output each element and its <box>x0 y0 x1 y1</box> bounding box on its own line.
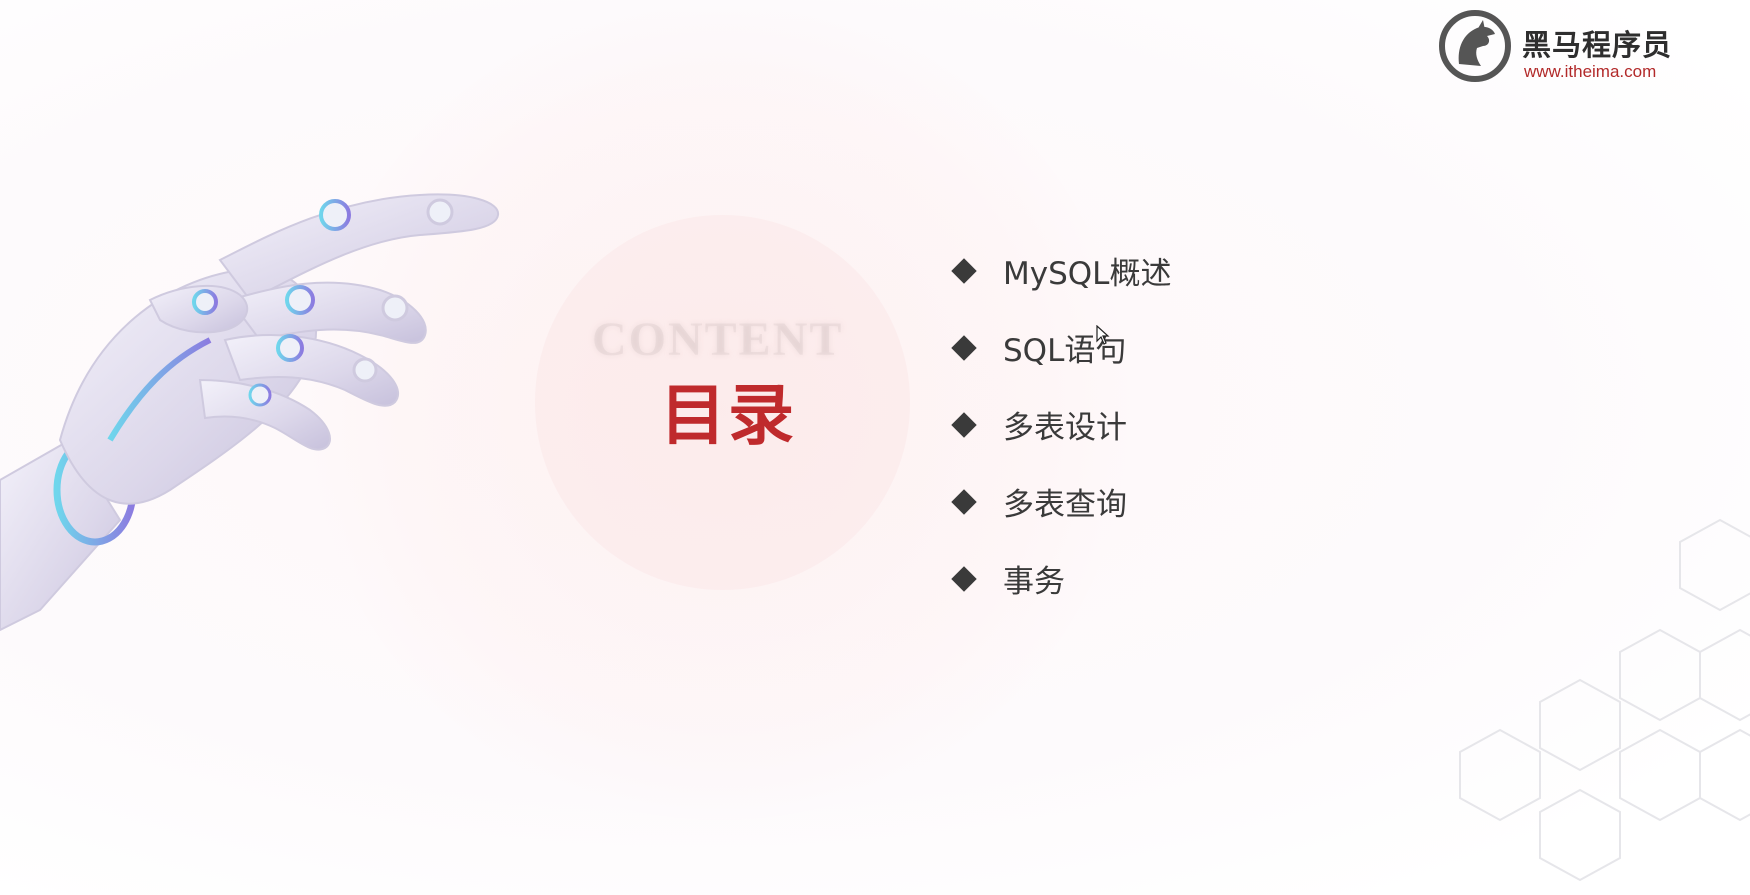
diamond-bullet-icon <box>951 334 977 361</box>
toc-item-multi-table-query[interactable]: 多表查询 <box>950 463 1171 540</box>
toc-item-label: 多表查询 <box>1003 487 1127 523</box>
diamond-bullet-icon <box>951 488 977 515</box>
brand-url[interactable]: www.itheima.com <box>1524 62 1656 82</box>
content-watermark: CONTENT <box>592 313 844 366</box>
diamond-bullet-icon <box>951 257 977 284</box>
toc-item-label: MySQL概述 <box>1003 256 1172 292</box>
toc-item-transactions[interactable]: 事务 <box>950 540 1171 617</box>
presentation-slide: CONTENT 目录 MySQL概述 SQL语句 多表设计 多表查询 事务 黑马… <box>0 0 1750 895</box>
diamond-bullet-icon <box>951 411 977 438</box>
brand-name: 黑马程序员 <box>1522 28 1673 62</box>
toc-item-mysql-overview[interactable]: MySQL概述 <box>950 232 1171 309</box>
diamond-bullet-icon <box>951 565 977 592</box>
toc-item-multi-table-design[interactable]: 多表设计 <box>950 386 1171 463</box>
brand-logo[interactable]: 黑马程序员 www.itheima.com <box>1437 8 1697 83</box>
hexagon-pattern-decoration <box>1459 518 1750 882</box>
horse-head-icon <box>1439 10 1511 82</box>
toc-item-label: 多表设计 <box>1003 410 1127 446</box>
toc-item-sql-statements[interactable]: SQL语句 <box>950 309 1171 386</box>
table-of-contents: MySQL概述 SQL语句 多表设计 多表查询 事务 <box>950 232 1171 617</box>
robot-hand-illustration <box>0 193 500 632</box>
mouse-pointer-icon <box>1096 325 1110 345</box>
page-title: 目录 <box>660 377 796 454</box>
toc-item-label: 事务 <box>1003 564 1065 600</box>
